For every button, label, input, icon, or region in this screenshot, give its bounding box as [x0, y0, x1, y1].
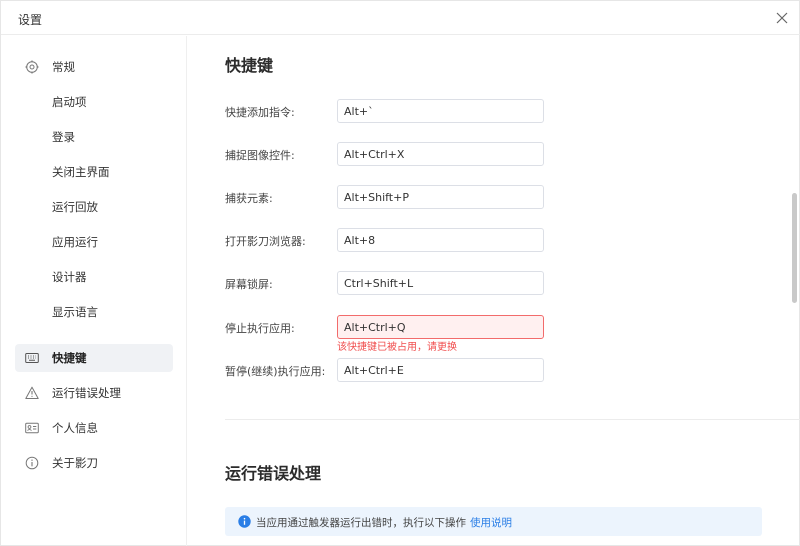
sidebar-item-label: 个人信息: [52, 421, 98, 435]
settings-window: 设置 常规 启动项 登录 关闭主界面 运行回放 应用运行 设计器 显示语言 快捷…: [0, 0, 800, 546]
error-handling-info-bar: 当应用通过触发器运行出错时，执行以下操作 使用说明: [225, 507, 762, 536]
info-circle-icon: [25, 456, 39, 470]
sidebar-item-language[interactable]: 显示语言: [15, 298, 173, 326]
shortcut-input-pause-app[interactable]: Alt+Ctrl+E: [337, 358, 544, 382]
error-handling-section-title: 运行错误处理: [225, 464, 322, 483]
sidebar-item-close-main[interactable]: 关闭主界面: [15, 158, 173, 186]
sidebar-item-about[interactable]: 关于影刀: [15, 449, 173, 477]
sidebar-item-label: 快捷键: [52, 351, 87, 365]
sidebar-item-profile[interactable]: 个人信息: [15, 414, 173, 442]
settings-content: 快捷键 快捷添加指令: Alt+` 捕捉图像控件: Alt+Ctrl+X 捕获元…: [188, 36, 800, 546]
sidebar-item-label: 关于影刀: [52, 456, 98, 470]
sidebar-item-label: 应用运行: [52, 235, 98, 249]
sidebar-item-label: 显示语言: [52, 305, 98, 319]
keyboard-icon: [25, 353, 39, 363]
shortcut-label-capture-image: 捕捉图像控件:: [225, 149, 295, 162]
gear-icon: [25, 60, 39, 74]
shortcuts-section-title: 快捷键: [225, 56, 274, 75]
shortcut-label-open-browser: 打开影刀浏览器:: [225, 235, 306, 248]
scrollbar-thumb[interactable]: [792, 193, 797, 303]
shortcut-input-add-command[interactable]: Alt+`: [337, 99, 544, 123]
shortcut-input-capture-element[interactable]: Alt+Shift+P: [337, 185, 544, 209]
sidebar-item-label: 关闭主界面: [52, 165, 110, 179]
info-circle-icon: [238, 515, 251, 528]
sidebar-item-label: 设计器: [52, 270, 87, 284]
sidebar-item-app-run[interactable]: 应用运行: [15, 228, 173, 256]
shortcut-conflict-error: 该快捷键已被占用，请更换: [337, 342, 457, 353]
shortcut-input-open-browser[interactable]: Alt+8: [337, 228, 544, 252]
warning-triangle-icon: [25, 386, 39, 399]
sidebar-item-label: 运行回放: [52, 200, 98, 214]
shortcut-label-lock-screen: 屏幕锁屏:: [225, 278, 273, 291]
close-icon[interactable]: [775, 11, 789, 25]
shortcut-input-lock-screen[interactable]: Ctrl+Shift+L: [337, 271, 544, 295]
sidebar-item-replay[interactable]: 运行回放: [15, 193, 173, 221]
sidebar-item-label: 常规: [52, 60, 75, 74]
usage-guide-link[interactable]: 使用说明: [470, 515, 512, 530]
shortcut-label-pause-app: 暂停(继续)执行应用:: [225, 365, 326, 378]
sidebar-item-shortcuts[interactable]: 快捷键: [15, 344, 173, 372]
sidebar-item-error-handling[interactable]: 运行错误处理: [15, 379, 173, 407]
sidebar-item-login[interactable]: 登录: [15, 123, 173, 151]
section-divider: [225, 419, 800, 420]
content-scrollbar[interactable]: [790, 36, 799, 546]
title-bar: 设置: [1, 1, 800, 35]
id-card-icon: [25, 422, 39, 434]
sidebar-item-startup[interactable]: 启动项: [15, 88, 173, 116]
shortcut-input-stop-app[interactable]: Alt+Ctrl+Q: [337, 315, 544, 339]
window-title: 设置: [18, 13, 43, 27]
shortcut-label-capture-element: 捕获元素:: [225, 192, 273, 205]
shortcut-label-stop-app: 停止执行应用:: [225, 322, 295, 335]
settings-sidebar: 常规 启动项 登录 关闭主界面 运行回放 应用运行 设计器 显示语言 快捷键 运…: [1, 36, 187, 546]
info-message: 当应用通过触发器运行出错时，执行以下操作: [256, 517, 466, 529]
sidebar-item-general[interactable]: 常规: [15, 53, 173, 81]
shortcut-label-add-command: 快捷添加指令:: [225, 106, 295, 119]
sidebar-item-designer[interactable]: 设计器: [15, 263, 173, 291]
sidebar-item-label: 启动项: [52, 95, 87, 109]
sidebar-item-label: 登录: [52, 130, 75, 144]
sidebar-item-label: 运行错误处理: [52, 386, 121, 400]
shortcut-input-capture-image[interactable]: Alt+Ctrl+X: [337, 142, 544, 166]
